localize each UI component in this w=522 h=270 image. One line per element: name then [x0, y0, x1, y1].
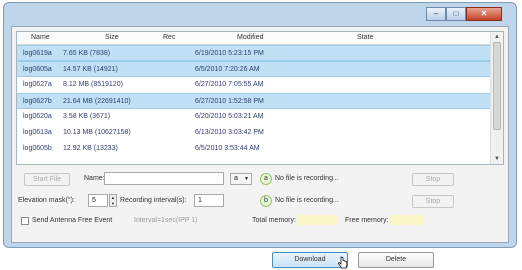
total-memory-value: [298, 215, 338, 225]
cell-name: log0605b: [23, 145, 52, 152]
free-memory-label: Free memory:: [345, 217, 389, 224]
elevation-mask-input[interactable]: 5: [88, 194, 108, 207]
app-window: – □ ✕ Name Size Rec Modified State log06…: [3, 2, 517, 269]
file-list[interactable]: Name Size Rec Modified State log0619a 7.…: [16, 31, 504, 165]
name-label: Name:: [84, 175, 105, 182]
cell-name: log0613a: [23, 129, 52, 136]
delete-button[interactable]: Delete: [358, 252, 434, 268]
close-button[interactable]: ✕: [466, 7, 502, 21]
table-row[interactable]: log0605b 12.92 KB (13233) 6/5/2010 3:53:…: [17, 141, 493, 157]
maximize-button[interactable]: □: [446, 7, 466, 21]
scroll-up-icon[interactable]: ▲: [493, 33, 501, 41]
cell-modified: 6/27/2010 7:05:55 AM: [195, 81, 264, 88]
recorder-b-status: No file is recording...: [275, 197, 339, 204]
cell-name: log0619a: [23, 50, 52, 57]
cell-modified: 6/5/2010 7:20:26 AM: [195, 66, 260, 73]
cell-modified: 6/13/2010 3:03:42 PM: [195, 129, 264, 136]
hand-cursor-icon: [338, 256, 348, 269]
recorder-a-status: No file is recording...: [275, 175, 339, 182]
send-antenna-interval: Interval=1sec(IPP 1): [134, 217, 198, 224]
table-row[interactable]: log0627a 8.12 MB (8519120) 6/27/2010 7:0…: [17, 77, 493, 93]
cell-modified: 6/5/2010 3:53:44 AM: [195, 145, 260, 152]
column-header-size[interactable]: Size: [105, 34, 119, 41]
name-input[interactable]: [104, 172, 224, 185]
cell-name: log0605a: [23, 66, 52, 73]
stop-b-button[interactable]: Stop: [412, 195, 454, 208]
send-antenna-label: Send Antenna Free Event: [32, 217, 113, 224]
minimize-button[interactable]: –: [426, 7, 446, 21]
cell-size: 3.58 KB (3671): [63, 113, 111, 120]
column-header-rec[interactable]: Rec: [163, 34, 175, 41]
client-area: Name Size Rec Modified State log0619a 7.…: [11, 26, 509, 269]
scrollbar-thumb[interactable]: [493, 42, 501, 130]
cell-modified: 6/20/2010 5:03:21 AM: [195, 113, 264, 120]
table-row[interactable]: log0627b 21.64 MB (22691410) 6/27/2010 1…: [17, 93, 493, 109]
elevation-mask-value: 5: [92, 197, 96, 204]
table-row[interactable]: log0620a 3.58 KB (3671) 6/20/2010 5:03:2…: [17, 109, 493, 125]
column-header-name[interactable]: Name: [31, 34, 50, 41]
cell-name: log0627a: [23, 81, 52, 88]
free-memory-value: [390, 215, 424, 225]
start-file-button[interactable]: Start File: [24, 173, 70, 186]
cell-modified: 6/19/2010 5:23:15 PM: [195, 50, 264, 57]
column-header-modified[interactable]: Modified: [237, 34, 263, 41]
recorder-b-badge: b: [260, 195, 272, 207]
cell-size: 8.12 MB (8519120): [63, 81, 123, 88]
name-suffix-select[interactable]: a ▼: [230, 173, 252, 185]
cell-size: 7.65 KB (7838): [63, 50, 111, 57]
cell-modified: 6/27/2010 1:52:58 PM: [195, 98, 264, 105]
column-header-state[interactable]: State: [357, 34, 373, 41]
table-row[interactable]: log0605a 14.57 KB (14921) 6/5/2010 7:20:…: [17, 61, 493, 77]
send-antenna-checkbox[interactable]: [21, 217, 29, 225]
total-memory-label: Total memory:: [252, 217, 296, 224]
window-buttons: – □ ✕: [426, 7, 502, 21]
stop-a-button[interactable]: Stop: [412, 173, 454, 186]
recording-interval-value: 1: [198, 197, 202, 204]
title-bar: – □ ✕: [4, 3, 516, 27]
recording-interval-label: Recording interval(s):: [120, 197, 187, 204]
name-suffix-value: a: [234, 175, 238, 182]
chevron-down-icon: ▼: [244, 176, 249, 182]
cell-size: 21.64 MB (22691410): [63, 98, 131, 105]
table-row[interactable]: log0619a 7.65 KB (7838) 6/19/2010 5:23:1…: [17, 45, 493, 61]
list-header: Name Size Rec Modified State: [17, 32, 503, 45]
cell-size: 12.92 KB (13233): [63, 145, 118, 152]
recorder-a-badge: a: [260, 173, 272, 185]
vertical-scrollbar[interactable]: ▲ ▼: [490, 32, 503, 164]
scroll-down-icon[interactable]: ▼: [493, 155, 501, 163]
recording-interval-input[interactable]: 1: [194, 194, 224, 207]
cell-size: 14.57 KB (14921): [63, 66, 118, 73]
download-button[interactable]: Download: [272, 252, 348, 268]
cell-name: log0620a: [23, 113, 52, 120]
download-label: Download: [294, 256, 326, 263]
elevation-mask-label: Elevation mask(°):: [18, 197, 75, 204]
elevation-spin-button[interactable]: ▲ ▼: [109, 194, 117, 207]
cell-name: log0627b: [23, 98, 52, 105]
cell-size: 10.13 MB (10627158): [63, 129, 131, 136]
table-row[interactable]: log0613a 10.13 MB (10627158) 6/13/2010 3…: [17, 125, 493, 141]
